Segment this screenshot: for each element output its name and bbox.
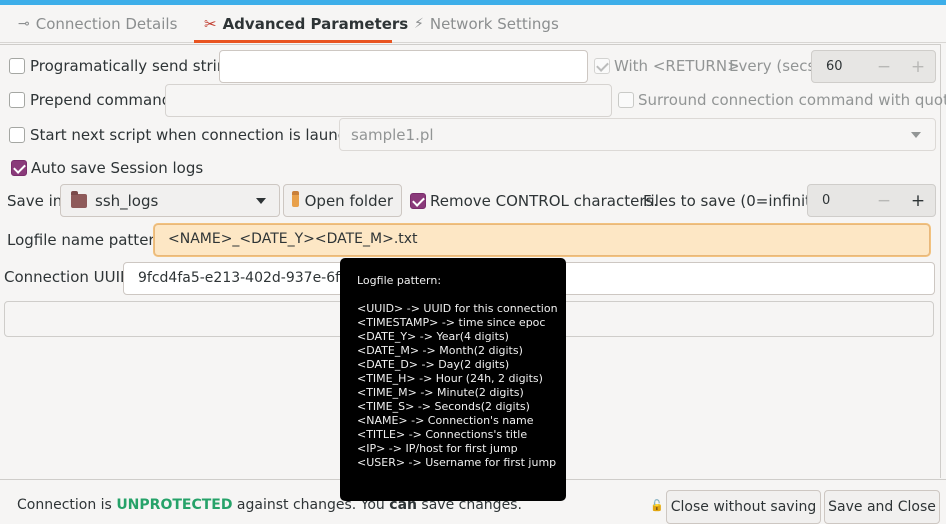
status-unprotected: UNPROTECTED — [116, 497, 233, 513]
remove-control-label: Remove CONTROL characters. — [430, 192, 659, 210]
panel-border — [0, 44, 940, 45]
increment-button[interactable]: + — [901, 57, 935, 77]
folder-icon — [71, 190, 87, 208]
tab-bar: ⊸ Connection Details ✂ Advanced Paramete… — [0, 5, 946, 43]
connection-uuid-value: 9fcd4fa5-e213-402d-937e-6fa4 — [138, 270, 358, 286]
tab-label: Network Settings — [429, 15, 559, 33]
close-without-saving-button[interactable]: Close without saving — [666, 490, 821, 524]
surround-quotes-checkbox[interactable] — [618, 92, 634, 108]
auto-save-logs-checkbox[interactable] — [11, 160, 27, 176]
tooltip-line: <TITLE> -> Connections's title — [357, 428, 528, 441]
tab-advanced-parameters[interactable]: ✂ Advanced Parameters — [204, 5, 408, 43]
tab-network-settings[interactable]: ⚡ Network Settings — [414, 5, 559, 43]
decrement-button[interactable]: − — [867, 191, 901, 211]
tooltip-line: <NAME> -> Connection's name — [357, 414, 534, 427]
save-and-close-button[interactable]: Save and Close — [824, 490, 940, 524]
logfile-pattern-value: <NAME>_<DATE_Y><DATE_M>.txt — [168, 231, 418, 247]
tooltip-line: <DATE_D> -> Day(2 digits) — [357, 358, 510, 371]
tab-label: Advanced Parameters — [222, 15, 409, 33]
chevron-down-icon — [911, 131, 921, 138]
connection-uuid-label: Connection UUID: — [4, 268, 137, 286]
tooltip-line: <TIME_S> -> Seconds(2 digits) — [357, 400, 530, 413]
tools-icon: ✂ — [204, 15, 217, 33]
remove-control-checkbox[interactable] — [410, 193, 426, 209]
every-secs-value: 60 — [826, 59, 843, 74]
plug-icon: ⊸ — [18, 16, 30, 32]
tab-label: Connection Details — [35, 15, 178, 33]
increment-button[interactable]: + — [901, 191, 935, 211]
lock-icon[interactable]: 🔓 — [650, 499, 664, 512]
save-in-label: Save in: — [7, 192, 68, 210]
files-to-save-label: Files to save (0=infinite): — [643, 192, 832, 210]
with-return-label: With <RETURN> — [614, 57, 740, 75]
tooltip-line: <TIMESTAMP> -> time since epoc — [357, 316, 546, 329]
tooltip-title: Logfile pattern: — [357, 274, 442, 287]
send-string-input[interactable] — [219, 50, 588, 83]
surround-quotes-label: Surround connection command with quotes — [638, 91, 946, 109]
files-to-save-value: 0 — [822, 193, 831, 208]
tooltip-spacer — [357, 288, 566, 302]
tooltip-line: <USER> -> Username for first jump — [357, 456, 557, 469]
logfile-pattern-label: Logfile name pattern: — [7, 231, 169, 249]
prepend-command-label: Prepend command — [30, 91, 172, 109]
send-string-checkbox[interactable] — [9, 58, 25, 74]
open-folder-label: Open folder — [304, 191, 393, 210]
network-icon: ⚡ — [414, 16, 424, 32]
start-script-checkbox[interactable] — [9, 127, 25, 143]
active-tab-indicator — [194, 40, 392, 43]
script-select-value: sample1.pl — [351, 125, 434, 144]
tooltip-line: <UUID> -> UUID for this connection — [357, 302, 558, 315]
script-select[interactable]: sample1.pl — [339, 118, 936, 151]
auto-save-logs-label: Auto save Session logs — [31, 159, 204, 177]
tooltip-line: <DATE_M> -> Month(2 digits) — [357, 344, 523, 357]
files-to-save-spinner[interactable]: 0 − + — [807, 184, 936, 217]
save-folder-select[interactable]: ssh_logs — [60, 184, 280, 217]
prepend-command-input[interactable] — [165, 84, 612, 117]
open-folder-icon — [292, 191, 299, 207]
prepend-command-checkbox[interactable] — [9, 92, 25, 108]
tooltip-line: <TIME_H> -> Hour (24h, 2 digits) — [357, 372, 543, 385]
tooltip-line: <DATE_Y> -> Year(4 digits) — [357, 330, 509, 343]
logfile-pattern-input[interactable]: <NAME>_<DATE_Y><DATE_M>.txt — [154, 224, 930, 256]
tooltip-line: <TIME_M> -> Minute(2 digits) — [357, 386, 524, 399]
save-folder-value: ssh_logs — [95, 191, 159, 210]
tab-connection-details[interactable]: ⊸ Connection Details — [18, 5, 177, 43]
status-prefix: Connection is — [17, 497, 117, 513]
start-script-label: Start next script when connection is lau… — [30, 126, 375, 144]
chevron-down-icon — [256, 197, 266, 204]
logfile-pattern-tooltip: Logfile pattern: <UUID> -> UUID for this… — [340, 258, 566, 501]
open-folder-button[interactable]: Open folder — [283, 184, 402, 217]
every-secs-spinner[interactable]: 60 − + — [811, 50, 936, 83]
decrement-button[interactable]: − — [867, 57, 901, 77]
send-string-label: Programatically send string — [30, 57, 236, 75]
with-return-checkbox[interactable] — [594, 58, 610, 74]
tooltip-line: <IP> -> IP/host for first jump — [357, 442, 518, 455]
